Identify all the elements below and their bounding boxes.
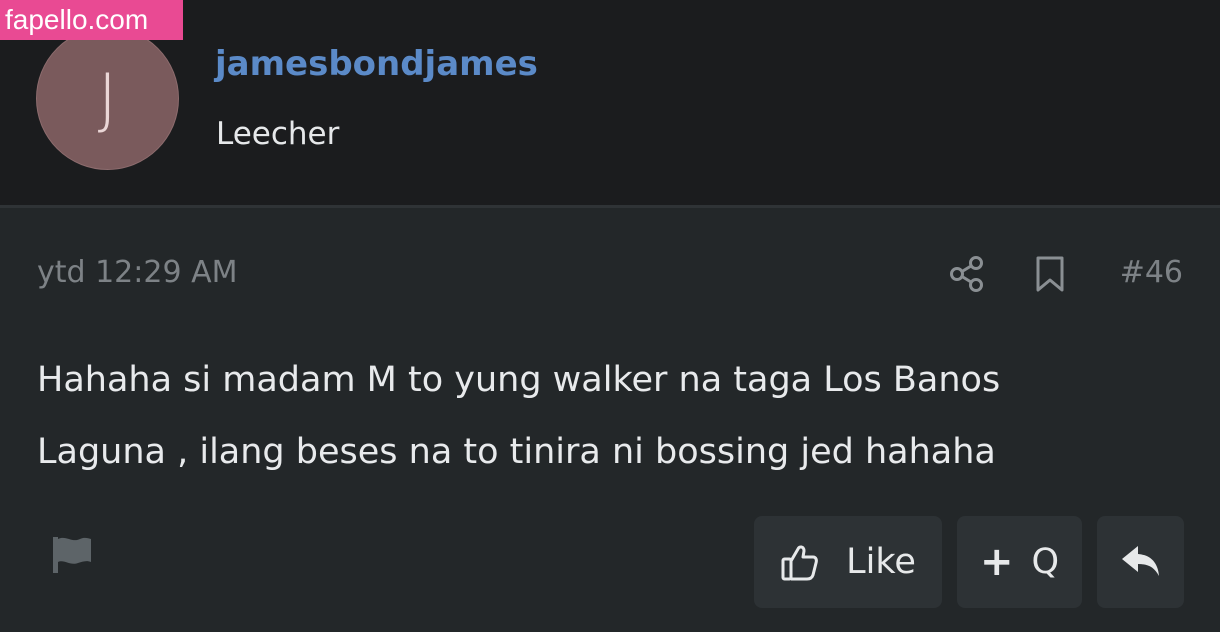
bookmark-icon[interactable] — [1034, 255, 1066, 293]
post-message: Hahaha si madam M to yung walker na taga… — [37, 344, 1187, 488]
message-line: Laguna , ilang beses na to tinira ni bos… — [37, 432, 996, 472]
share-icon[interactable] — [949, 255, 985, 293]
avatar[interactable]: J — [36, 27, 179, 170]
post-page: fapello.com J jamesbondjames Leecher ytd… — [0, 0, 1220, 632]
post-number-link[interactable]: #46 — [1120, 250, 1183, 296]
user-header: J jamesbondjames Leecher — [0, 0, 1220, 208]
reply-button[interactable] — [1097, 516, 1184, 608]
multi-quote-button[interactable]: + Q — [957, 516, 1082, 608]
flag-icon[interactable] — [50, 534, 94, 576]
like-label: Like — [846, 542, 916, 582]
like-button[interactable]: Like — [754, 516, 942, 608]
post-timestamp[interactable]: ytd 12:29 AM — [37, 250, 238, 296]
plus-icon: + — [979, 539, 1014, 585]
user-title: Leecher — [216, 116, 340, 152]
thumbs-up-icon — [781, 545, 818, 581]
reply-icon — [1121, 546, 1159, 576]
post-meta-bar: ytd 12:29 AM #46 — [0, 250, 1220, 298]
username-link[interactable]: jamesbondjames — [215, 42, 538, 86]
quote-label: Q — [1031, 542, 1060, 582]
message-line: Hahaha si madam M to yung walker na taga… — [37, 360, 1001, 400]
watermark: fapello.com — [0, 0, 183, 40]
